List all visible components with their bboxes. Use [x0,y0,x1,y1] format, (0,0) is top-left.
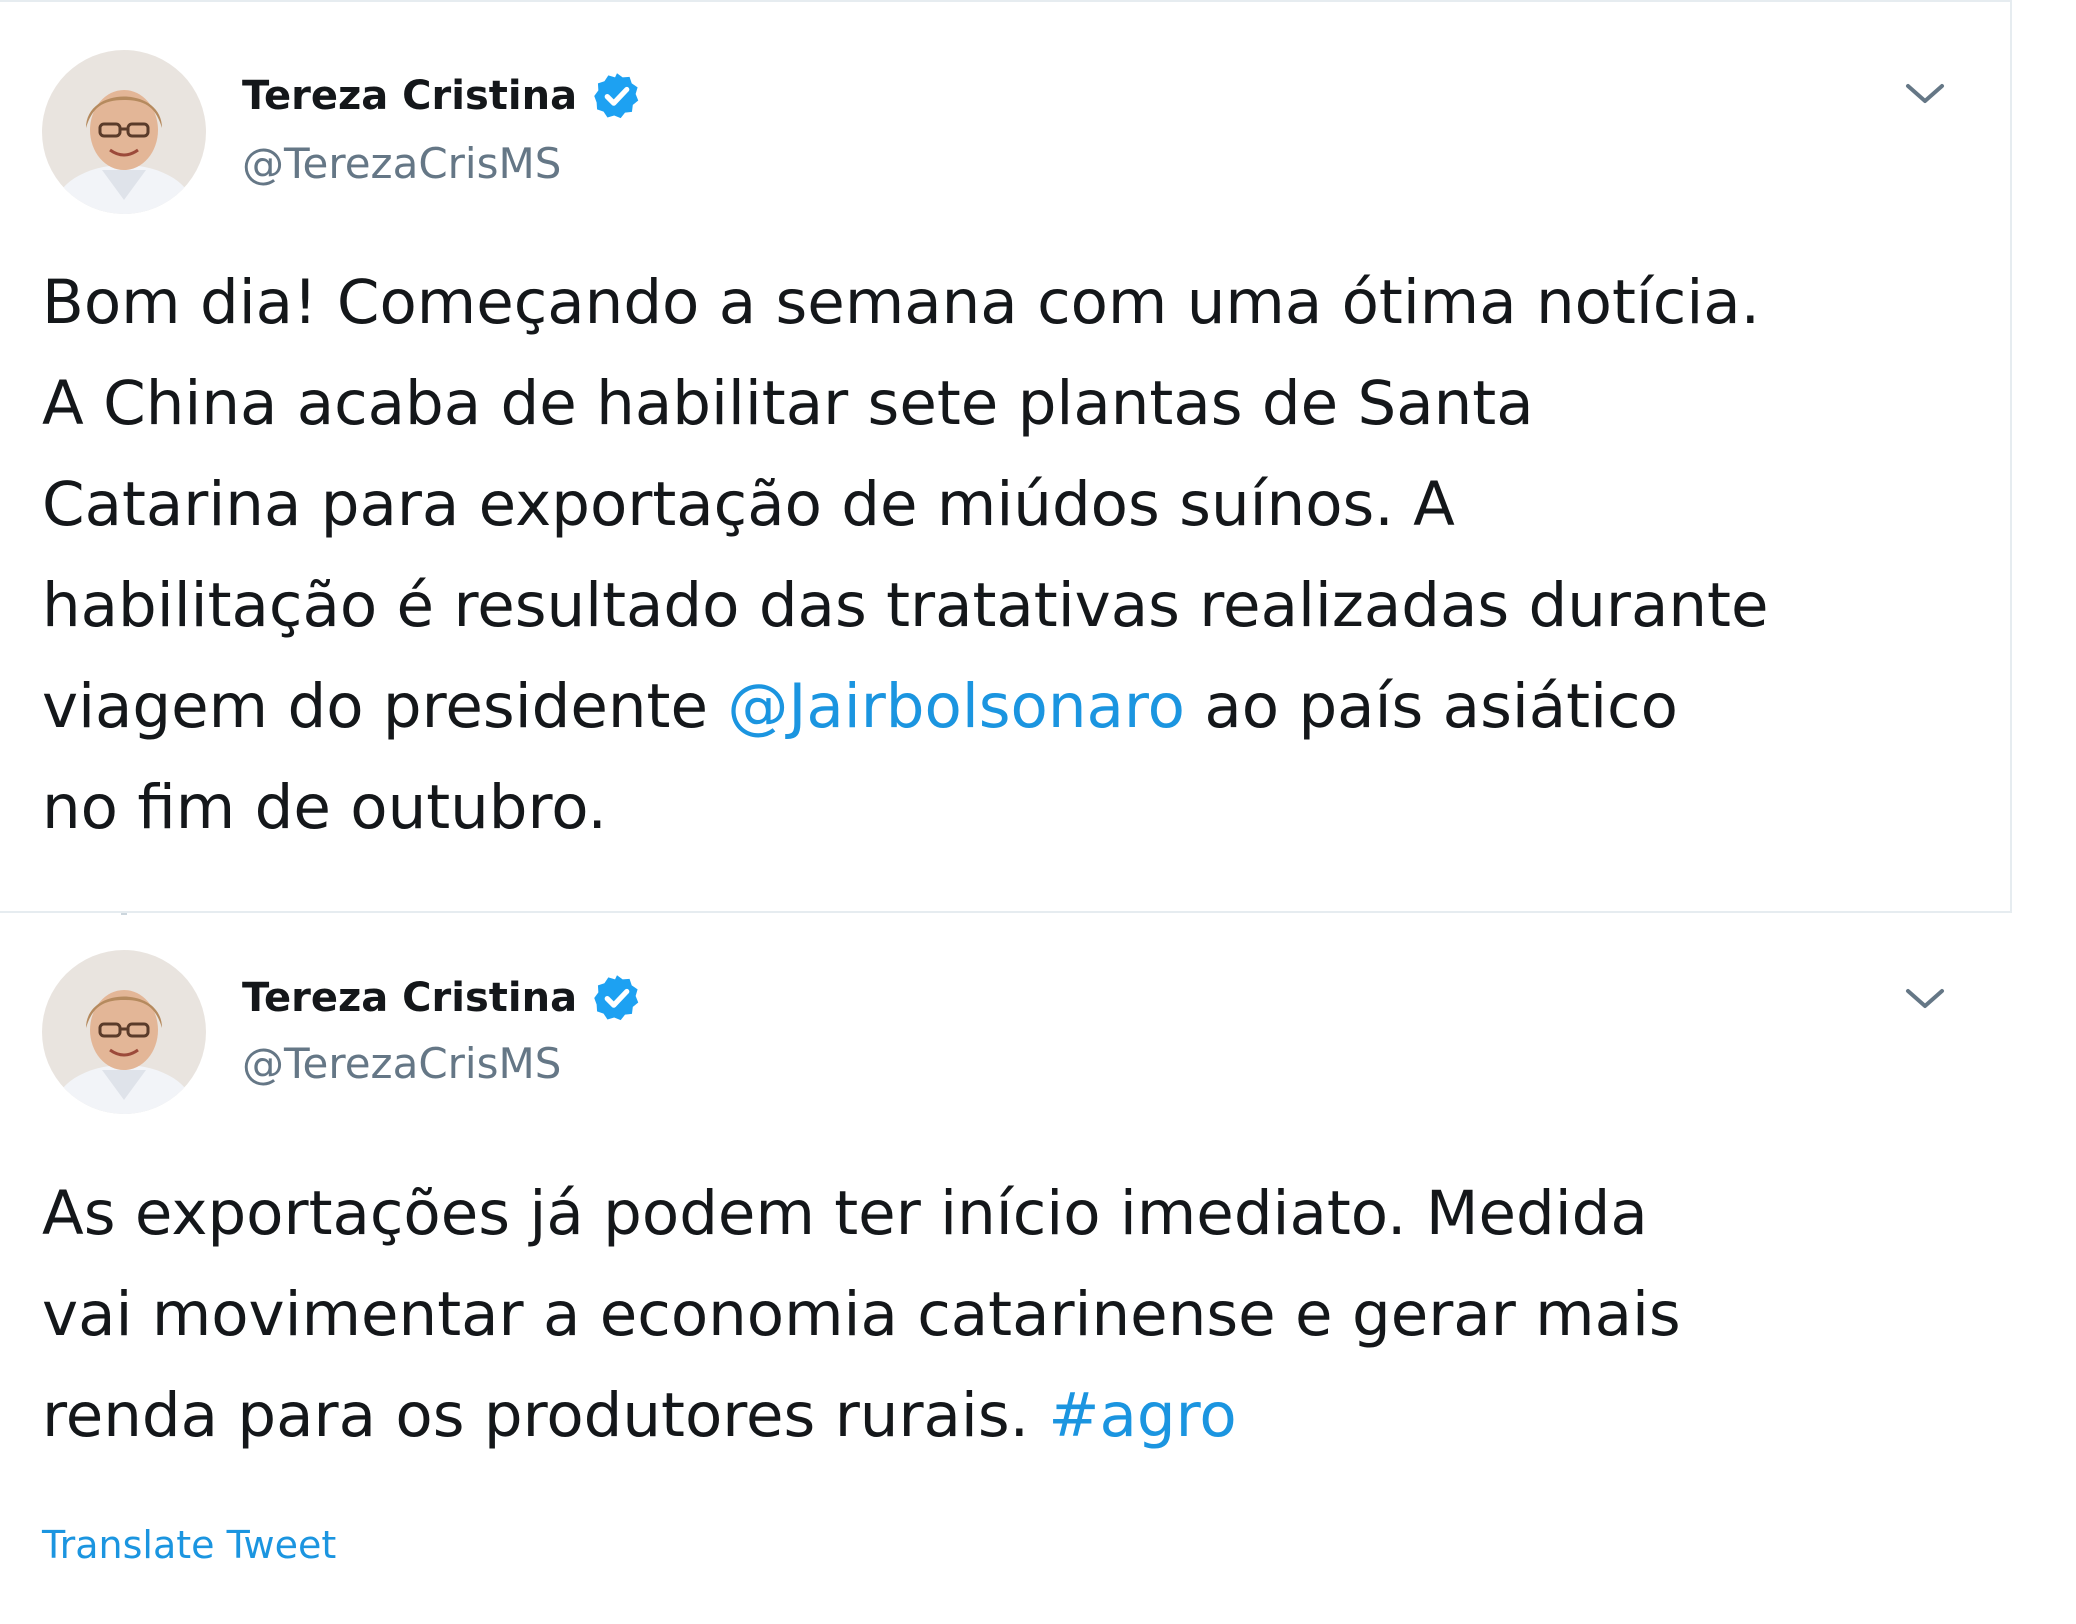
tweet-text-line: Catarina para exportação de miúdos suíno… [42,469,1455,540]
translate-tweet-link[interactable]: Translate Tweet [42,1520,336,1570]
verified-badge-icon [591,972,643,1024]
author-name-row[interactable]: Tereza Cristina [242,70,643,122]
tweet-text-segment: viagem do presidente [42,671,728,742]
author-name-row[interactable]: Tereza Cristina [242,972,643,1024]
chevron-down-icon[interactable] [1900,74,1950,114]
author-handle[interactable]: @TerezaCrisMS [242,1037,561,1091]
avatar[interactable] [42,950,206,1114]
tweet-card[interactable]: Tereza Cristina @TerezaCrisMS As exporta… [0,915,2012,1624]
tweet-text-line: habilitação é resultado das tratativas r… [42,570,1769,641]
avatar-photo [42,950,206,1114]
tweet-text-line: A China acaba de habilitar sete plantas … [42,368,1534,439]
display-name[interactable]: Tereza Cristina [242,972,577,1024]
tweet-text-line: As exportações já podem ter início imedi… [42,1178,1648,1249]
avatar-photo [42,50,206,214]
tweet-text-line: renda para os produtores rurais. #agro [42,1365,1992,1466]
hashtag-link[interactable]: #agro [1048,1380,1236,1451]
tweet-text: As exportações já podem ter início imedi… [42,1163,1992,1466]
verified-badge-icon [591,70,643,122]
display-name[interactable]: Tereza Cristina [242,70,577,122]
author-handle[interactable]: @TerezaCrisMS [242,137,561,191]
avatar[interactable] [42,50,206,214]
tweet-text-line: no fim de outubro. [42,772,607,843]
mention-link[interactable]: @Jairbolsonaro [727,671,1185,742]
tweet-text-segment: ao país asiático [1184,671,1678,742]
tweet-text-segment: renda para os produtores rurais. [42,1380,1049,1451]
tweet-text-line: viagem do presidente @Jairbolsonaro ao p… [42,656,1992,757]
chevron-down-icon[interactable] [1900,979,1950,1019]
tweet-text-line: Bom dia! Começando a semana com uma ótim… [42,267,1761,338]
tweet-card[interactable]: Tereza Cristina @TerezaCrisMS Bom dia! C… [0,0,2012,913]
tweet-text: Bom dia! Começando a semana com uma ótim… [42,252,1992,858]
tweet-text-line: vai movimentar a economia catarinense e … [42,1279,1681,1350]
